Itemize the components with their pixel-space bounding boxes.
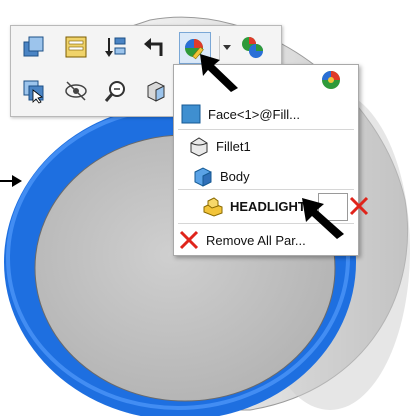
menu-item-label: Body <box>220 168 250 184</box>
view-orientation-icon <box>147 81 165 102</box>
appearances-button[interactable] <box>19 32 49 62</box>
face-icon <box>180 103 202 125</box>
menu-item-label: HEADLIGHT <box>230 198 306 214</box>
menu-divider <box>178 129 354 130</box>
view-orientation-button[interactable] <box>141 76 171 106</box>
callout-arrow-toolbar <box>200 54 238 92</box>
chevron-down-icon <box>223 45 231 50</box>
menu-item-label: Remove All Par... <box>206 232 306 248</box>
menu-item-face[interactable]: Face<1>@Fill... <box>180 101 300 127</box>
callout-arrow-headlight <box>302 198 344 239</box>
display-pane-icon <box>65 36 87 58</box>
menu-item-remove-all[interactable]: Remove All Par... <box>178 227 306 253</box>
hide-show-icon <box>65 81 87 101</box>
zoom-to-selection-icon <box>104 81 125 102</box>
pointer-arrow-left <box>0 175 22 187</box>
back-arrow-icon <box>144 38 163 56</box>
remove-icon <box>178 229 200 251</box>
menu-item-body[interactable]: Body <box>192 163 250 189</box>
body-icon <box>192 165 214 187</box>
appearance-ball-icon <box>320 69 342 96</box>
menu-item-label: Face<1>@Fill... <box>208 106 300 122</box>
appearances-icon <box>23 36 44 57</box>
fillet-icon <box>188 135 210 157</box>
select-other-button[interactable] <box>19 76 49 106</box>
menu-divider <box>178 189 354 190</box>
display-pane-button[interactable] <box>61 32 91 62</box>
remove-headlight-icon[interactable] <box>349 195 370 222</box>
zoom-to-selection-button[interactable] <box>101 76 131 106</box>
part-icon <box>202 195 224 217</box>
back-button[interactable] <box>139 32 169 62</box>
menu-item-label: Fillet1 <box>216 138 251 154</box>
select-other-icon <box>23 80 44 104</box>
menu-item-fillet[interactable]: Fillet1 <box>188 133 251 159</box>
sort-button[interactable] <box>101 32 131 62</box>
sort-icon <box>105 37 126 57</box>
hide-show-button[interactable] <box>61 76 91 106</box>
menu-item-headlight[interactable]: HEADLIGHT <box>202 193 306 219</box>
